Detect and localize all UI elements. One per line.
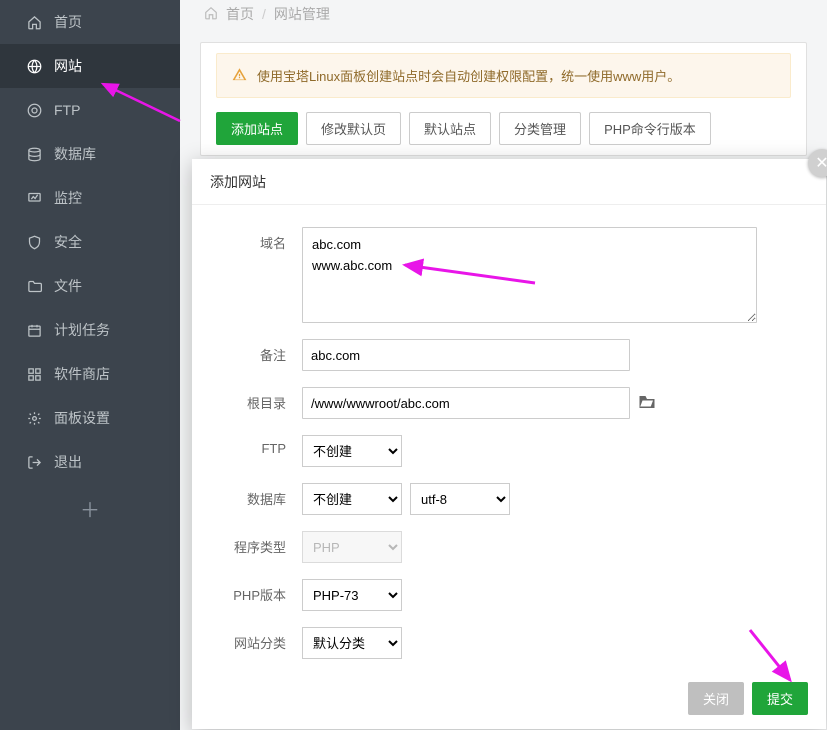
sidebar-item-label: 网站 [54, 44, 82, 88]
database-icon [26, 147, 42, 162]
type-select: PHP [302, 531, 402, 563]
sidebar-item-label: 退出 [54, 440, 82, 484]
calendar-icon [26, 323, 42, 338]
add-site-button[interactable]: 添加站点 [216, 112, 298, 145]
warning-icon [232, 67, 247, 85]
breadcrumb-sep: / [262, 6, 266, 22]
label-category: 网站分类 [202, 627, 302, 652]
sidebar-item-logout[interactable]: 退出 [0, 440, 180, 484]
home-icon [26, 15, 42, 30]
notice-text: 使用宝塔Linux面板创建站点时会自动创建权限配置，统一使用www用户。 [257, 66, 680, 85]
sidebar-item-label: 数据库 [54, 132, 96, 176]
sidebar-item-website[interactable]: 网站 [0, 44, 180, 88]
gear-icon [26, 411, 42, 426]
modify-default-button[interactable]: 修改默认页 [306, 112, 401, 145]
sidebar-item-security[interactable]: 安全 [0, 220, 180, 264]
notice-bar: 使用宝塔Linux面板创建站点时会自动创建权限配置，统一使用www用户。 [216, 53, 791, 98]
sidebar-item-files[interactable]: 文件 [0, 264, 180, 308]
close-button[interactable]: 关闭 [688, 682, 744, 715]
sidebar-item-label: FTP [54, 88, 80, 132]
sidebar-item-label: 首页 [54, 0, 82, 44]
sidebar-item-label: 面板设置 [54, 396, 110, 440]
shield-icon [26, 235, 42, 250]
dialog-form: 域名 abc.com www.abc.com 备注 根目录 FTP 不创建 [192, 205, 826, 685]
toolbar: 添加站点 修改默认页 默认站点 分类管理 PHP命令行版本 [216, 112, 791, 145]
php-cli-button[interactable]: PHP命令行版本 [589, 112, 711, 145]
add-site-dialog: ✕ 添加网站 域名 abc.com www.abc.com 备注 根目录 [192, 159, 826, 729]
sidebar-item-label: 安全 [54, 220, 82, 264]
ftp-icon [26, 103, 42, 118]
sidebar-item-settings[interactable]: 面板设置 [0, 396, 180, 440]
remark-input[interactable] [302, 339, 630, 371]
sidebar-item-monitor[interactable]: 监控 [0, 176, 180, 220]
label-type: 程序类型 [202, 531, 302, 556]
sidebar: 首页 网站 FTP 数据库 监控 安全 文件 [0, 0, 180, 730]
domain-textarea[interactable]: abc.com www.abc.com [302, 227, 757, 323]
label-domain: 域名 [202, 227, 302, 252]
sidebar-item-database[interactable]: 数据库 [0, 132, 180, 176]
category-button[interactable]: 分类管理 [499, 112, 581, 145]
label-db: 数据库 [202, 483, 302, 508]
sidebar-item-cron[interactable]: 计划任务 [0, 308, 180, 352]
label-ftp: FTP [202, 435, 302, 456]
sidebar-item-store[interactable]: 软件商店 [0, 352, 180, 396]
sidebar-item-label: 软件商店 [54, 352, 110, 396]
sidebar-item-home[interactable]: 首页 [0, 0, 180, 44]
label-php: PHP版本 [202, 579, 302, 604]
sidebar-item-ftp[interactable]: FTP [0, 88, 180, 132]
home-icon [204, 6, 218, 23]
submit-button[interactable]: 提交 [752, 682, 808, 715]
folder-picker-icon[interactable] [638, 393, 656, 414]
exit-icon [26, 455, 42, 470]
breadcrumb-home[interactable]: 首页 [226, 4, 254, 24]
folder-icon [26, 279, 42, 294]
sidebar-item-label: 计划任务 [54, 308, 110, 352]
monitor-icon [26, 191, 42, 206]
root-dir-input[interactable] [302, 387, 630, 419]
sidebar-item-label: 文件 [54, 264, 82, 308]
apps-icon [26, 367, 42, 382]
charset-select[interactable]: utf-8 [410, 483, 510, 515]
label-remark: 备注 [202, 339, 302, 364]
db-select[interactable]: 不创建 [302, 483, 402, 515]
php-version-select[interactable]: PHP-73 [302, 579, 402, 611]
globe-icon [26, 59, 42, 74]
label-root: 根目录 [202, 387, 302, 412]
content: 使用宝塔Linux面板创建站点时会自动创建权限配置，统一使用www用户。 添加站… [200, 42, 807, 156]
dialog-title: 添加网站 [192, 159, 826, 205]
sidebar-item-label: 监控 [54, 176, 82, 220]
breadcrumb-current: 网站管理 [274, 4, 330, 24]
sidebar-add-button[interactable]: ＋ [0, 494, 180, 523]
close-icon: ✕ [815, 153, 827, 173]
ftp-select[interactable]: 不创建 [302, 435, 402, 467]
category-select[interactable]: 默认分类 [302, 627, 402, 659]
breadcrumb: 首页 / 网站管理 [180, 0, 827, 32]
default-site-button[interactable]: 默认站点 [409, 112, 491, 145]
dialog-footer: 关闭 提交 [688, 682, 808, 715]
